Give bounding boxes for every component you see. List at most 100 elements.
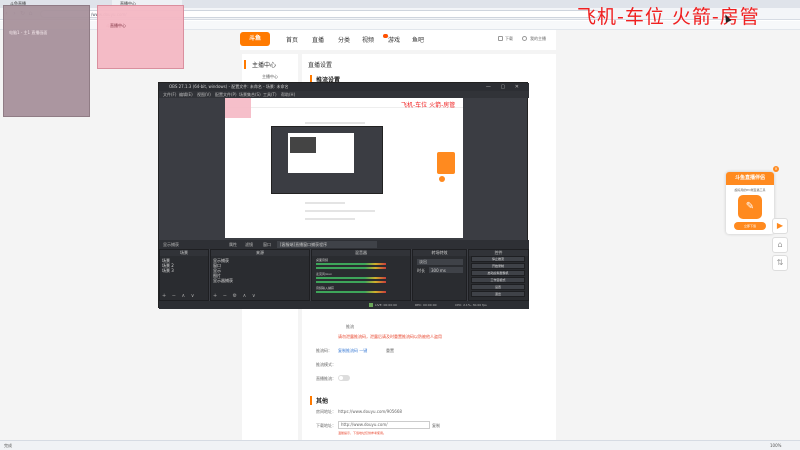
nav-live[interactable]: 直播 <box>312 35 324 44</box>
scenes-title: 场景 <box>160 250 208 256</box>
download-warning: 温馨提示，下载地址仅供参考使用。 <box>338 431 387 435</box>
live-time: LIVE: 00:00:00 <box>375 303 397 307</box>
filters-button[interactable]: 滤镜 <box>245 240 253 249</box>
mixer-meter <box>316 267 386 269</box>
studio-mode-button[interactable]: 工作室模式 <box>471 277 525 283</box>
stop-streaming-button[interactable]: 停止推流 <box>471 256 525 262</box>
menu-help[interactable]: 帮助(H) <box>281 91 295 98</box>
room-url-label: 房间地址： <box>316 409 336 414</box>
mixer-meter <box>316 263 386 265</box>
download-url-label: 下载地址： <box>316 423 336 428</box>
mixer-channel-label: 音频输入捕获 <box>316 286 335 290</box>
nav-game[interactable]: 游戏 <box>388 35 400 44</box>
preview-nested-obs <box>271 126 383 194</box>
live-push-label: 直播推流： <box>316 376 336 381</box>
mixer-meter <box>316 291 386 293</box>
sidebar-title: 主播中心 <box>244 60 276 69</box>
overlay-note-pink: 直播中心 <box>97 5 184 69</box>
reset-button[interactable]: 重置 <box>386 348 394 354</box>
preview-float-button <box>439 176 445 182</box>
source-label: 显示捕获 <box>163 242 179 247</box>
download-icon[interactable] <box>498 36 503 41</box>
properties-button[interactable]: 属性 <box>229 240 237 249</box>
promo-title: 斗鱼直播伴侣 <box>726 172 774 185</box>
download-url-input[interactable]: http://www.douyu.com/ <box>338 421 430 429</box>
nav-category[interactable]: 分类 <box>338 35 350 44</box>
promo-close-icon[interactable]: × <box>773 166 779 172</box>
nav-fishbar[interactable]: 鱼吧 <box>412 35 424 44</box>
source-item[interactable]: 显示器捕获 <box>213 278 233 283</box>
transition-type: 淡出 <box>419 259 427 264</box>
overlay-note-pink-text: 直播中心 <box>110 23 126 28</box>
settings-button[interactable]: 设置 <box>471 284 525 290</box>
window-controls[interactable]: — ▢ ✕ <box>486 83 523 91</box>
scene-item[interactable]: 场景 3 <box>162 268 174 273</box>
mixer-panel: 混音器 桌面音频 麦克风/Aux 音频输入捕获 <box>311 249 411 301</box>
zoom-level[interactable]: 100% <box>770 441 781 450</box>
transitions-title: 转场特效 <box>413 250 466 256</box>
home-float-icon[interactable]: ⌂ <box>772 237 788 253</box>
duration-value: 300 ms <box>431 268 446 273</box>
transitions-panel: 转场特效 淡出 时长 300 ms <box>412 249 467 301</box>
sidebar-item-anchor-center[interactable]: 主播中心 <box>262 74 278 80</box>
douyu-logo[interactable]: 斗鱼 <box>240 32 270 46</box>
promo-subtitle: 超好用的PC端直播工具 <box>734 188 766 192</box>
play-float-icon[interactable]: ▶ <box>772 218 788 234</box>
source-controls[interactable]: + − ⚙ ∧ ∨ <box>213 293 258 299</box>
mixer-title: 混音器 <box>312 250 410 256</box>
overlay-note-dark-text: 电脑1 - 主1 直播画面 <box>9 30 48 35</box>
scene-controls[interactable]: + − ∧ ∨ <box>162 293 196 299</box>
live-companion-promo[interactable]: 斗鱼直播伴侣 超好用的PC端直播工具 ✎ 立即下载 <box>726 172 774 234</box>
preview-line <box>305 202 345 204</box>
mixer-channel-label: 桌面音频 <box>316 258 329 262</box>
virtual-camera-button[interactable]: 启动虚拟摄像机 <box>471 270 525 276</box>
preview-line <box>305 122 365 124</box>
nav-home[interactable]: 首页 <box>286 35 298 44</box>
status-text: 完成 <box>4 443 12 448</box>
window-select[interactable]: [客服端]直播窗口捕获程序 <box>277 241 377 248</box>
nav-video[interactable]: 视频 <box>362 35 374 44</box>
menu-edit[interactable]: 编辑(E) <box>179 91 193 98</box>
menu-file[interactable]: 文件(F) <box>163 91 176 98</box>
window-label: 窗口 <box>263 242 271 247</box>
obs-window: OBS 27.1.3 (64-bit, windows) - 配置文件: 未命名… <box>158 82 529 309</box>
room-url-value[interactable]: https://www.douyu.com/905668 <box>338 409 402 414</box>
mixer-meter <box>316 281 386 283</box>
user-menu[interactable]: 我的主播 <box>530 36 546 42</box>
preview-gift-text: 飞机-车位 火箭-房管 <box>401 102 456 109</box>
preview-line <box>305 218 355 220</box>
scenes-panel: 场景 场景 场景 2 场景 3 + − ∧ ∨ <box>159 249 209 301</box>
section-other: 其他 <box>310 396 328 405</box>
menu-scene-collection[interactable]: 场景集合(S) <box>239 91 261 98</box>
source-toolbar: 显示捕获 属性 滤镜 窗口 [客服端]直播窗口捕获程序 <box>159 240 529 249</box>
overlay-note-dark: 电脑1 - 主1 直播画面 <box>3 5 90 117</box>
stream-code-label: 推流码： <box>316 348 332 353</box>
copy-stream-code-link[interactable]: 复制推流码 一键 <box>338 348 367 354</box>
obs-preview[interactable]: 飞机-车位 火箭-房管 <box>225 98 463 238</box>
live-indicator-icon <box>369 303 373 307</box>
copy-button[interactable]: 复制 <box>432 423 440 429</box>
share-float-icon[interactable]: ⇅ <box>772 255 788 271</box>
start-recording-button[interactable]: 开始录制 <box>471 263 525 269</box>
obs-menu-bar: 文件(F) 编辑(E) 视图(V) 配置文件(P) 场景集合(S) 工具(T) … <box>159 91 529 98</box>
stream-warning: 请勿泄露推流码，泄露后请及时重置推流码以防被他人盗用 <box>338 334 442 339</box>
exit-button[interactable]: 退出 <box>471 291 525 297</box>
stream-hint: 推流 <box>346 324 354 329</box>
preview-line <box>305 210 375 212</box>
companion-app-icon: ✎ <box>738 195 762 219</box>
download-link[interactable]: 下载 <box>505 36 513 42</box>
duration-label: 时长 <box>417 268 425 273</box>
overlay-gift-text: 飞机-车位 火箭-房管 <box>577 6 760 28</box>
menu-profile[interactable]: 配置文件(P) <box>215 91 237 98</box>
sources-title: 来源 <box>211 250 309 256</box>
promo-download-button[interactable]: 立即下载 <box>734 222 766 230</box>
avatar[interactable] <box>522 36 527 41</box>
page-title: 直播设置 <box>308 62 333 69</box>
menu-view[interactable]: 视图(V) <box>197 91 211 98</box>
preview-pink-note <box>225 98 251 118</box>
stream-mode-label: 推流模式： <box>316 362 336 367</box>
rec-time: REC: 00:00:00 <box>415 303 437 307</box>
menu-tools[interactable]: 工具(T) <box>263 91 277 98</box>
push-toggle[interactable] <box>338 375 350 381</box>
obs-status-bar: LIVE: 00:00:00 REC: 00:00:00 CPU: 2.1%, … <box>159 301 529 309</box>
